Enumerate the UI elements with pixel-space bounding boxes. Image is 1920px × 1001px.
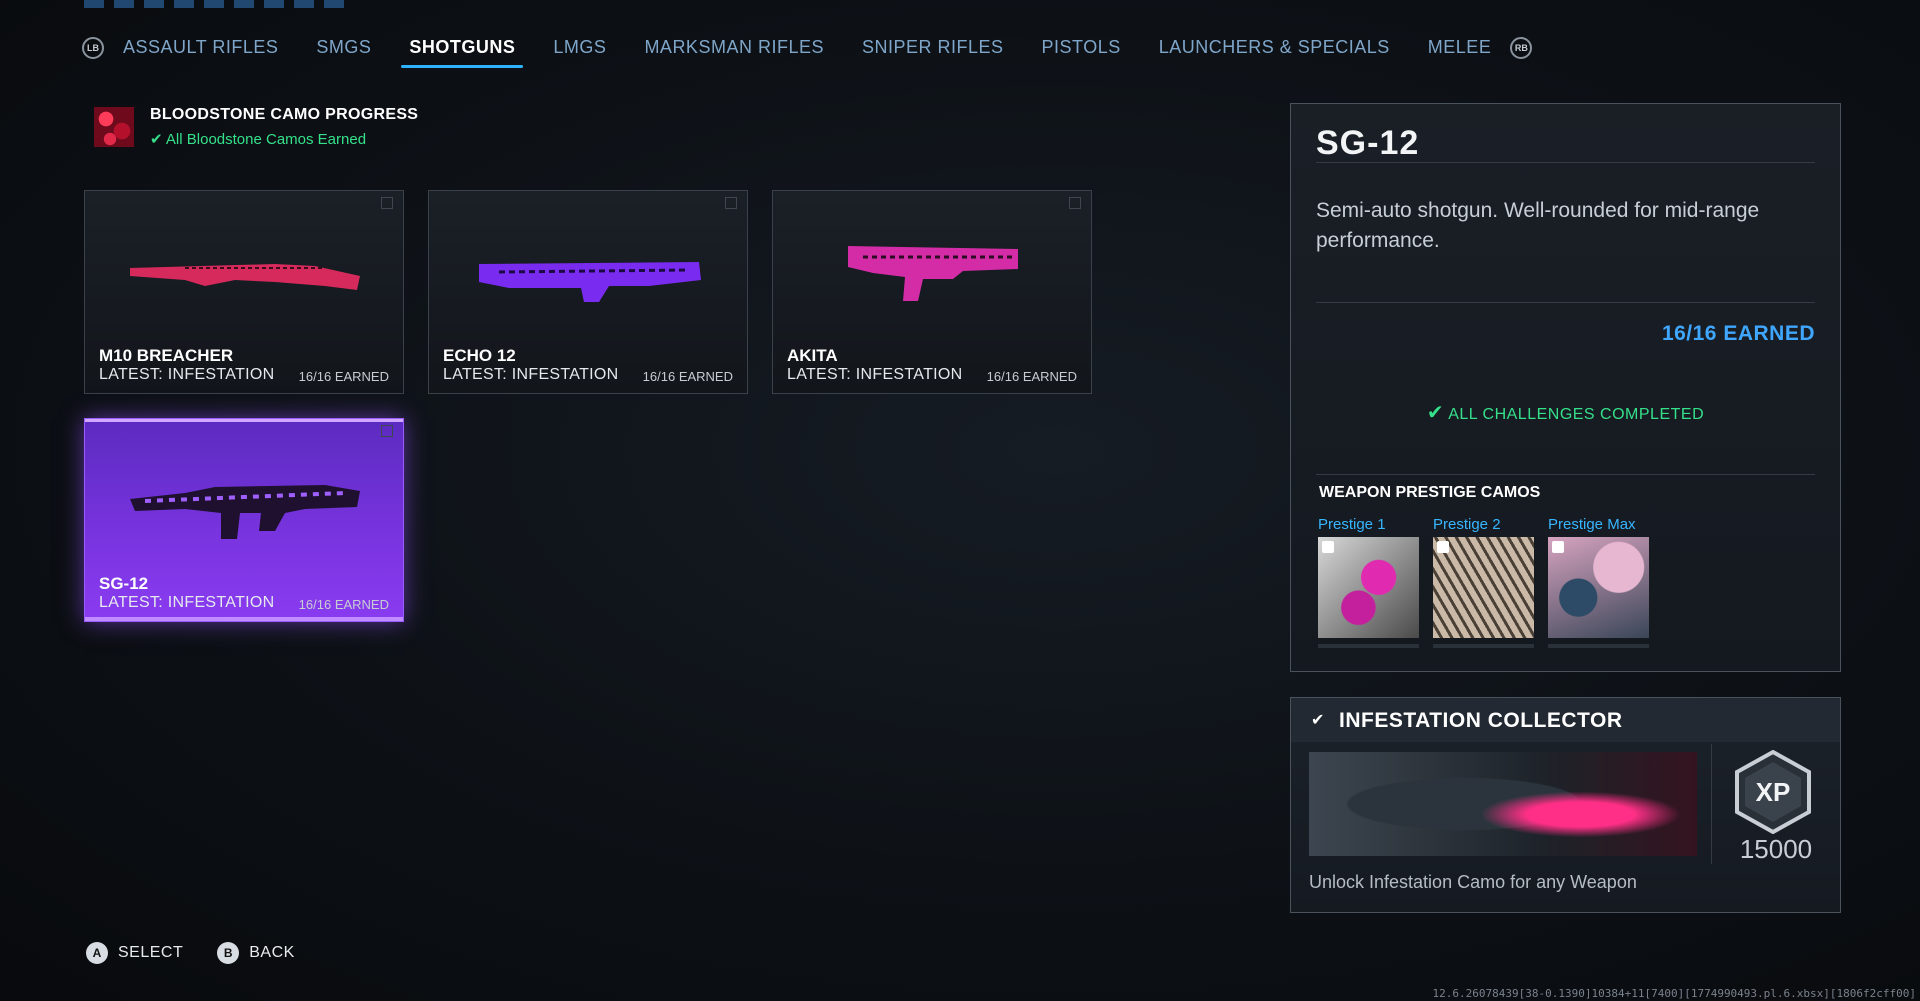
bloodstone-camo-icon [94,107,134,147]
tab-melee[interactable]: MELEE [1428,31,1492,66]
challenge-header: ✔ INFESTATION COLLECTOR [1291,698,1840,742]
back-label[interactable]: BACK [249,944,295,962]
tab-sniper-rifles[interactable]: SNIPER RIFLES [862,31,1004,66]
prestige-label: Prestige 2 [1433,516,1501,533]
divider [1316,474,1815,475]
left-bumper-icon[interactable]: LB [82,37,104,59]
xp-reward-value: 15000 [1739,834,1813,864]
b-button-icon[interactable]: B [217,942,240,964]
weapon-latest-camo: LATEST: INFESTATION [443,366,619,383]
tab-smgs[interactable]: SMGS [316,31,371,66]
weapon-name: M10 BREACHER [99,346,234,365]
tab-lmgs[interactable]: LMGS [553,31,606,66]
weapon-detail-title: SG-12 [1316,124,1420,162]
tab-shotguns[interactable]: SHOTGUNS [401,31,524,68]
sg-12-weapon-image [130,485,360,539]
prestige-max-camo-image [1548,537,1649,638]
prestige-progress-bar [1433,644,1534,648]
xp-badge-icon: XP [1735,750,1811,834]
weapon-card-sg-12[interactable]: SG-12 LATEST: INFESTATION 16/16 EARNED [84,418,404,622]
top-decoration [84,0,354,8]
weapon-earned-count: 16/16 EARNED [298,369,389,384]
weapon-category-tabs: LB ASSAULT RIFLES SMGS SHOTGUNS LMGS MAR… [82,28,1533,68]
card-indicator-icon [381,425,393,437]
card-indicator-icon [381,197,393,209]
select-label[interactable]: SELECT [118,944,183,962]
tab-marksman-rifles[interactable]: MARKSMAN RIFLES [644,31,824,66]
camo-progress: BLOODSTONE CAMO PROGRESS ✔ All Bloodston… [94,106,418,148]
prestige-1-camo-image [1318,537,1419,638]
card-indicator-icon [1069,197,1081,209]
weapon-earned-count: 16/16 EARNED [986,369,1077,384]
prestige-progress-bar [1318,644,1419,648]
lock-icon [1322,541,1334,553]
weapon-description: Semi-auto shotgun. Well-rounded for mid-… [1316,199,1760,252]
check-icon: ✔ [1311,712,1325,729]
weapon-card-akita[interactable]: AKITA LATEST: INFESTATION 16/16 EARNED [772,190,1092,394]
akita-weapon-image [848,246,1018,301]
prestige-camo-1[interactable]: Prestige 1 [1318,516,1419,648]
challenge-description: Unlock Infestation Camo for any Weapon [1309,872,1637,892]
challenge-panel: ✔ INFESTATION COLLECTOR XP 15000 Unlock … [1290,697,1841,913]
weapon-name: AKITA [787,346,838,365]
weapon-latest-camo: LATEST: INFESTATION [787,366,963,383]
camo-progress-status: ✔ All Bloodstone Camos Earned [150,131,367,148]
tab-assault-rifles[interactable]: ASSAULT RIFLES [123,31,278,66]
card-indicator-icon [725,197,737,209]
footer-controls: A SELECT B BACK [86,942,329,964]
challenge-title: INFESTATION COLLECTOR [1339,709,1623,732]
camo-progress-title: BLOODSTONE CAMO PROGRESS [150,106,419,123]
lock-icon [1437,541,1449,553]
weapon-name: SG-12 [99,574,149,593]
check-icon: ✔ [1426,402,1445,424]
prestige-label: Prestige 1 [1318,516,1386,533]
echo-12-weapon-image [479,262,701,302]
tab-pistols[interactable]: PISTOLS [1042,31,1121,66]
tab-launchers-specials[interactable]: LAUNCHERS & SPECIALS [1159,31,1390,66]
prestige-camos-heading: WEAPON PRESTIGE CAMOS [1319,484,1541,501]
prestige-2-camo-image [1433,537,1534,638]
divider [1316,302,1815,303]
weapon-card-m10-breacher[interactable]: M10 BREACHER LATEST: INFESTATION 16/16 E… [84,190,404,394]
weapon-card-echo-12[interactable]: ECHO 12 LATEST: INFESTATION 16/16 EARNED [428,190,748,394]
build-string: 12.6.26078439[38-0.1390]10384+11[7400][1… [1432,987,1916,1000]
weapon-earned-total: 16/16 EARNED [1661,322,1815,345]
weapon-latest-camo: LATEST: INFESTATION [99,366,275,383]
xp-badge-label: XP [1756,777,1791,807]
challenges-complete-status: ✔ ALL CHALLENGES COMPLETED [1426,402,1705,424]
prestige-label: Prestige Max [1548,516,1636,533]
weapon-name: ECHO 12 [443,346,516,365]
weapon-earned-count: 16/16 EARNED [642,369,733,384]
prestige-camo-max[interactable]: Prestige Max [1548,516,1649,648]
m10-breacher-weapon-image [130,264,360,290]
weapon-earned-count: 16/16 EARNED [298,597,389,612]
lock-icon [1552,541,1564,553]
check-icon: ✔ [150,131,163,148]
right-bumper-icon[interactable]: RB [1510,37,1533,59]
prestige-camo-2[interactable]: Prestige 2 [1433,516,1534,648]
weapon-detail-panel: SG-12 Semi-auto shotgun. Well-rounded fo… [1290,103,1841,672]
weapon-latest-camo: LATEST: INFESTATION [99,594,275,611]
prestige-progress-bar [1548,644,1649,648]
divider [1316,162,1815,163]
a-button-icon[interactable]: A [86,942,108,964]
infestation-camo-artwork [1309,752,1697,856]
